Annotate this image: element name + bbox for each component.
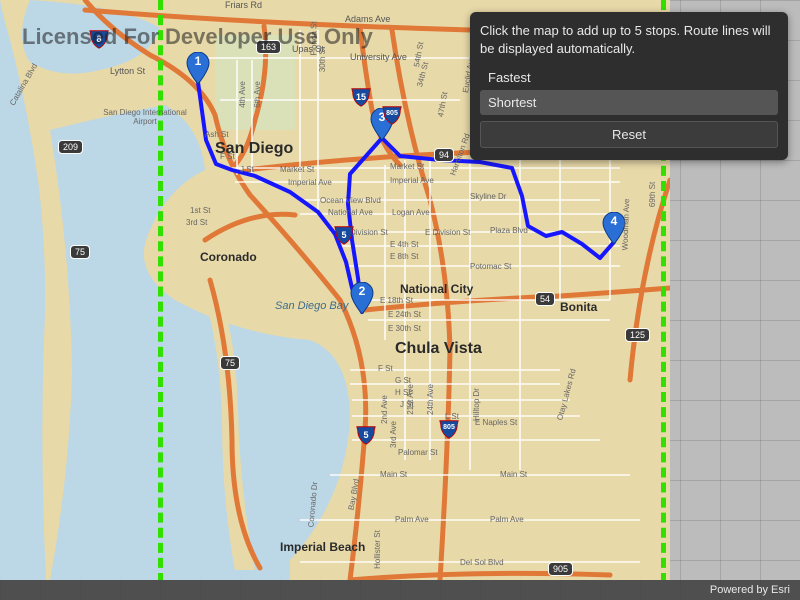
stop-pin-1[interactable]: 1 — [186, 52, 210, 84]
stop-pin-2[interactable]: 2 — [350, 282, 374, 314]
option-fastest[interactable]: Fastest — [480, 65, 778, 90]
attribution-bar: Powered by Esri — [0, 580, 800, 600]
stop-number: 1 — [186, 54, 210, 68]
stop-number: 4 — [602, 214, 626, 228]
panel-instructions: Click the map to add up to 5 stops. Rout… — [480, 22, 778, 57]
stop-number: 2 — [350, 284, 374, 298]
stop-number: 3 — [370, 110, 394, 124]
reset-button[interactable]: Reset — [480, 121, 778, 148]
stop-pin-3[interactable]: 3 — [370, 108, 394, 140]
app-root: 1 2 3 4 San Diego Coronado National City… — [0, 0, 800, 600]
route-control-panel: Click the map to add up to 5 stops. Rout… — [470, 12, 788, 160]
option-shortest[interactable]: Shortest — [480, 90, 778, 115]
stop-pin-4[interactable]: 4 — [602, 212, 626, 244]
